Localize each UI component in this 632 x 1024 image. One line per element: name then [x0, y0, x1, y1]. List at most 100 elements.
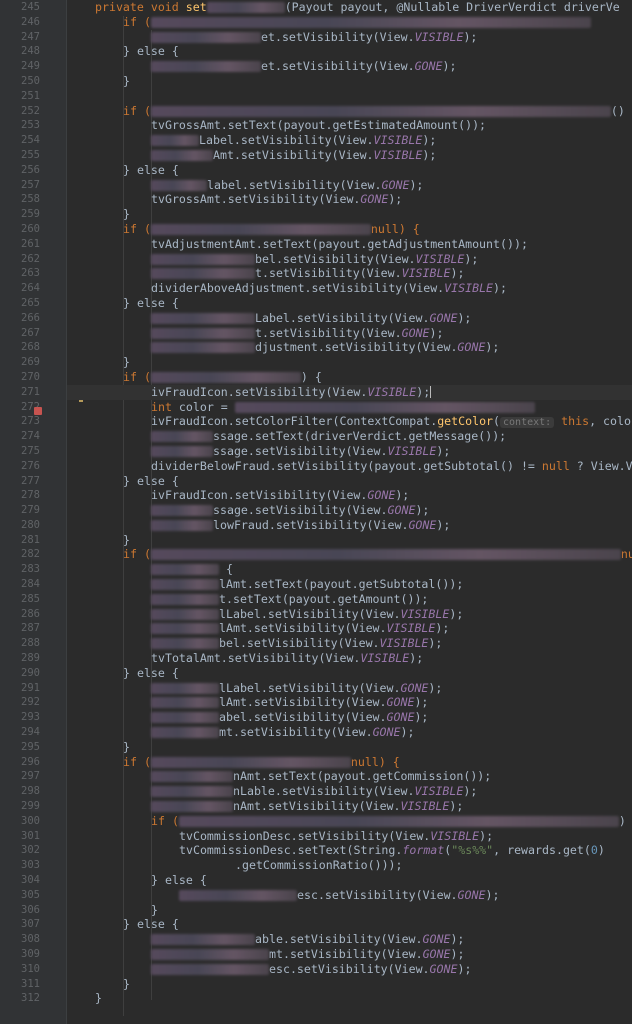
- code-token: "%s%%": [451, 843, 494, 858]
- line-number-label: 298: [21, 785, 40, 798]
- line-number[interactable]: 312: [0, 991, 66, 1006]
- redacted-block: [151, 623, 219, 635]
- text-caret: [430, 386, 432, 399]
- line-number-label: 287: [21, 622, 40, 635]
- redacted-block: [151, 682, 219, 694]
- line-number[interactable]: 292: [0, 695, 66, 710]
- code-token: );: [436, 443, 451, 458]
- line-number[interactable]: 302: [0, 843, 66, 858]
- code-token: Label.setVisibility(View.: [199, 133, 374, 148]
- line-number[interactable]: 311: [0, 977, 66, 992]
- line-number[interactable]: 267: [0, 326, 66, 341]
- line-number[interactable]: 253: [0, 118, 66, 133]
- line-number[interactable]: 254: [0, 133, 66, 148]
- line-number-label: 296: [21, 755, 40, 768]
- line-number[interactable]: 277: [0, 474, 66, 489]
- line-number[interactable]: 308: [0, 932, 66, 947]
- line-number[interactable]: 294: [0, 725, 66, 740]
- line-number[interactable]: 252: [0, 104, 66, 119]
- line-number-label: 291: [21, 681, 40, 694]
- line-number[interactable]: 276: [0, 459, 66, 474]
- code-token: ivFraudIcon.setVisibility(View.: [151, 384, 368, 399]
- line-number-gutter[interactable]: 245 246 247 248 249 250 251 252 253 254 255 256 257 2…: [0, 0, 67, 1024]
- code-token: Label.setVisibility(View.: [255, 310, 430, 325]
- line-number[interactable]: 280: [0, 518, 66, 533]
- line-number-label: 250: [21, 74, 40, 87]
- line-number[interactable]: 309: [0, 947, 66, 962]
- line-number[interactable]: 300: [0, 814, 66, 829]
- line-number[interactable]: 295: [0, 740, 66, 755]
- line-number[interactable]: 274: [0, 429, 66, 444]
- line-number[interactable]: 245: [0, 0, 66, 15]
- line-number[interactable]: 260: [0, 222, 66, 237]
- line-number[interactable]: 291: [0, 681, 66, 696]
- line-number-label: 257: [21, 178, 40, 191]
- line-number[interactable]: 286: [0, 607, 66, 622]
- line-number[interactable]: 278: [0, 488, 66, 503]
- line-number[interactable]: 248: [0, 44, 66, 59]
- redacted-block: [150, 549, 621, 561]
- line-number[interactable]: 296: [0, 755, 66, 770]
- code-token: } else {: [123, 295, 179, 310]
- code-token: null) {: [350, 754, 400, 769]
- line-number[interactable]: 246: [0, 15, 66, 30]
- line-number[interactable]: 283: [0, 562, 66, 577]
- line-number[interactable]: 275: [0, 444, 66, 459]
- line-number[interactable]: 266: [0, 311, 66, 326]
- line-number[interactable]: 249: [0, 59, 66, 74]
- line-number[interactable]: 259: [0, 207, 66, 222]
- line-number[interactable]: 258: [0, 192, 66, 207]
- line-number-label: 278: [21, 489, 40, 502]
- line-number-label: 256: [21, 163, 40, 176]
- breakpoint-icon[interactable]: [34, 407, 42, 415]
- code-area[interactable]: private void set (Payout payout, @Nullabl…: [67, 0, 632, 1024]
- line-number[interactable]: 297: [0, 769, 66, 784]
- line-number[interactable]: 281: [0, 533, 66, 548]
- redacted-block: [179, 889, 297, 901]
- line-number[interactable]: 287: [0, 621, 66, 636]
- line-number[interactable]: 272: [0, 400, 66, 415]
- line-number[interactable]: 261: [0, 237, 66, 252]
- code-editor[interactable]: 245 246 247 248 249 250 251 252 253 254 255 256 257 2…: [0, 0, 632, 1024]
- line-number[interactable]: 251: [0, 89, 66, 104]
- line-number[interactable]: 262: [0, 252, 66, 267]
- line-number[interactable]: 255: [0, 148, 66, 163]
- line-number[interactable]: 290: [0, 666, 66, 681]
- line-number[interactable]: 273: [0, 414, 66, 429]
- line-number[interactable]: 288: [0, 636, 66, 651]
- line-number[interactable]: 250: [0, 74, 66, 89]
- line-number[interactable]: 270: [0, 370, 66, 385]
- line-number[interactable]: 284: [0, 577, 66, 592]
- line-number[interactable]: 256: [0, 163, 66, 178]
- line-number[interactable]: 289: [0, 651, 66, 666]
- line-number[interactable]: 247: [0, 30, 66, 45]
- line-number[interactable]: 268: [0, 340, 66, 355]
- code-token: }: [123, 976, 130, 991]
- line-number[interactable]: 279: [0, 503, 66, 518]
- line-number[interactable]: 310: [0, 962, 66, 977]
- line-number[interactable]: 264: [0, 281, 66, 296]
- line-number[interactable]: 269: [0, 355, 66, 370]
- redacted-block: [151, 727, 219, 739]
- line-number[interactable]: 293: [0, 710, 66, 725]
- line-number[interactable]: 307: [0, 917, 66, 932]
- line-number[interactable]: 301: [0, 829, 66, 844]
- redacted-block: [151, 949, 269, 960]
- line-number[interactable]: 304: [0, 873, 66, 888]
- line-number[interactable]: 263: [0, 266, 66, 281]
- line-number[interactable]: 305: [0, 888, 66, 903]
- line-number[interactable]: 303: [0, 858, 66, 873]
- redacted-block: [150, 756, 351, 768]
- line-number[interactable]: 265: [0, 296, 66, 311]
- line-number[interactable]: 271: [0, 385, 66, 400]
- code-token: } else {: [123, 44, 179, 59]
- line-number[interactable]: 298: [0, 784, 66, 799]
- line-number[interactable]: 299: [0, 799, 66, 814]
- line-number[interactable]: 282: [0, 547, 66, 562]
- line-number[interactable]: 306: [0, 903, 66, 918]
- redacted-block: [151, 61, 261, 73]
- line-number[interactable]: 257: [0, 178, 66, 193]
- line-number[interactable]: 285: [0, 592, 66, 607]
- redacted-block: [178, 815, 619, 827]
- current-line[interactable]: ivFraudIcon.setVisibility(View.VISIBLE);: [67, 384, 632, 400]
